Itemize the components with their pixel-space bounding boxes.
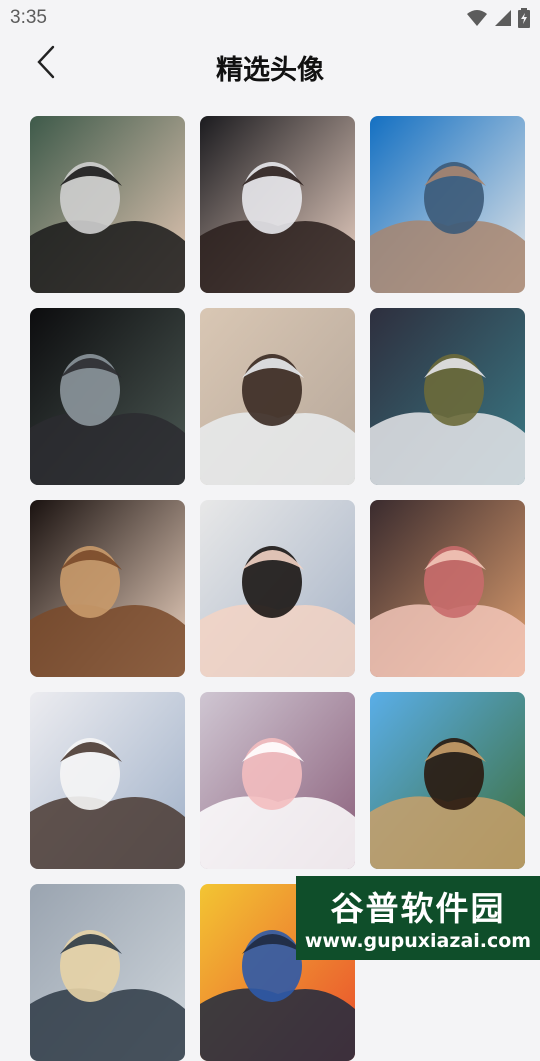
avatar-tile-blond-boy-partial[interactable]: [30, 884, 185, 1061]
status-bar: 3:35: [0, 0, 540, 36]
avatar-image: [370, 692, 525, 869]
avatar-tile-couple-white-shirt[interactable]: [200, 116, 355, 293]
avatar-tile-boy-profile-dusk[interactable]: [200, 308, 355, 485]
avatar-image: [200, 116, 355, 293]
page-title: 精选头像: [216, 55, 324, 86]
avatar-tile-anime-pink-hair-girl[interactable]: [200, 692, 355, 869]
status-icons: [466, 8, 530, 28]
avatar-tile-girl-with-white-cat[interactable]: [30, 692, 185, 869]
avatar-tile-anime-cat-girl-drink[interactable]: [370, 500, 525, 677]
battery-charging-icon: [518, 8, 530, 28]
avatar-tile-cartoon-pirate-usopp[interactable]: [370, 692, 525, 869]
avatar-image: [200, 308, 355, 485]
avatar-image: [370, 308, 525, 485]
avatar-tile-couple-selfie-mask[interactable]: [30, 116, 185, 293]
avatar-image: [30, 116, 185, 293]
avatar-tile-blue-hoodie-face-cover[interactable]: [370, 116, 525, 293]
avatar-image: [200, 500, 355, 677]
avatar-tile-blue-hair-white-hoodie[interactable]: [370, 308, 525, 485]
wifi-icon: [467, 10, 487, 26]
avatar-image: [200, 692, 355, 869]
avatar-image: [30, 500, 185, 677]
avatar-tile-car-window-silhouette[interactable]: [30, 308, 185, 485]
header: 精选头像: [0, 36, 540, 96]
avatar-image: [30, 884, 185, 1061]
signal-icon: [495, 10, 511, 26]
status-time: 3:35: [10, 7, 47, 28]
watermark-title: 谷普软件园: [330, 889, 506, 928]
avatar-image: [30, 308, 185, 485]
watermark-url: www.gupuxiazai.com: [304, 930, 532, 952]
avatar-tile-couple-selfie-uniform[interactable]: [200, 500, 355, 677]
avatar-image: [370, 116, 525, 293]
avatar-tile-couple-hands-cheeks[interactable]: [30, 500, 185, 677]
avatar-image: [30, 692, 185, 869]
watermark-logo: 谷普软件园 www.gupuxiazai.com: [296, 876, 540, 960]
avatar-image: [370, 500, 525, 677]
